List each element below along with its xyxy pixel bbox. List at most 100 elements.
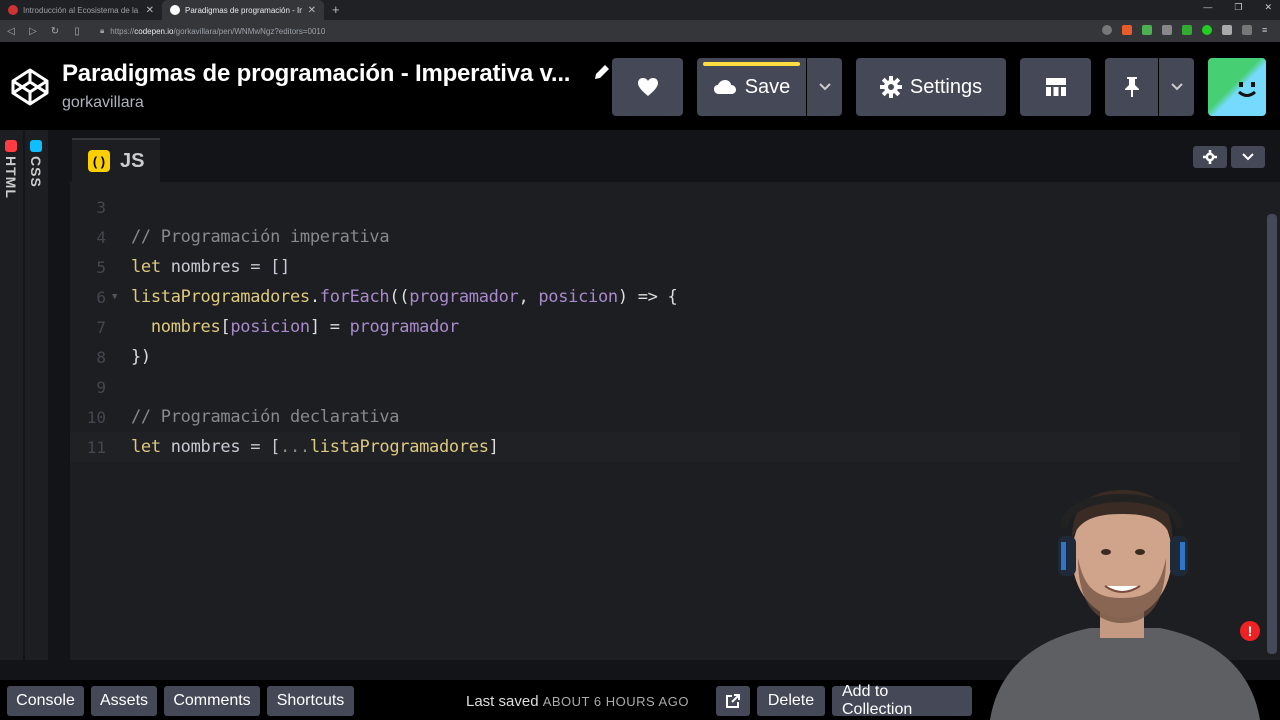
settings-button[interactable]: Settings — [856, 58, 1006, 116]
code-text: listaProgramadores.forEach((programador,… — [131, 287, 678, 307]
url-path: /gorkavillara/pen/WNMwNgz?editors=0010 — [173, 26, 326, 36]
forward-icon[interactable]: ▷ — [22, 26, 44, 37]
code-line[interactable]: 10 // Programación declarativa — [70, 402, 1240, 432]
heart-icon — [637, 78, 658, 96]
restore-icon[interactable]: ❐ — [1234, 2, 1242, 13]
css-editor-tab[interactable]: CSS — [25, 140, 47, 188]
extension-icon[interactable] — [1162, 25, 1172, 35]
code-token: let — [131, 437, 161, 457]
fold-arrow-icon[interactable]: ▼ — [106, 292, 131, 302]
css-icon — [30, 140, 42, 152]
code-token: ... — [280, 437, 310, 457]
pin-dropdown-button[interactable] — [1159, 58, 1194, 116]
chevron-down-icon — [1170, 83, 1183, 91]
heart-button[interactable] — [612, 58, 683, 116]
code-line[interactable]: 6 ▼ listaProgramadores.forEach((programado… — [70, 282, 1240, 312]
code-text: let nombres = [] — [131, 257, 290, 277]
line-number: 3 — [96, 197, 106, 217]
address-bar: ◁ ▷ ↻ ▯ 🔒︎ https://codepen.io/gorkavilla… — [0, 20, 1280, 42]
last-saved-time: ABOUT 6 HOURS AGO — [542, 694, 689, 709]
divider — [23, 130, 25, 660]
cloud-icon — [713, 80, 736, 94]
extension-icon[interactable] — [1202, 25, 1212, 35]
layout-icon — [1045, 78, 1066, 96]
external-link-icon — [726, 694, 740, 708]
code-token: , — [518, 287, 539, 307]
sidebar-icon[interactable] — [1242, 25, 1252, 35]
extension-icon[interactable] — [1182, 25, 1192, 35]
settings-label: Settings — [909, 75, 983, 98]
minimize-icon[interactable]: — — [1203, 2, 1212, 13]
code-line[interactable]: 3 — [70, 192, 1240, 222]
editor-header: ( ) JS — [70, 130, 1280, 182]
code-token: ] — [488, 437, 499, 457]
presenter-webcam-image — [990, 490, 1260, 720]
code-line[interactable]: 4 // Programación imperativa — [70, 222, 1240, 252]
new-tab-icon[interactable]: + — [324, 0, 348, 20]
smiley-face-icon — [1238, 82, 1256, 97]
code-line[interactable]: 7 nombres[posicion] = programador — [70, 312, 1240, 342]
last-saved-status: Last saved ABOUT 6 HOURS AGO — [466, 693, 689, 710]
browser-tab-1[interactable]: Introducción al Ecosistema de la Prog ✕ — [0, 0, 162, 20]
code-line[interactable]: 8}) — [70, 342, 1240, 372]
tab-close-icon[interactable]: ✕ — [146, 5, 154, 16]
open-external-button[interactable] — [716, 686, 750, 716]
code-token: nombres = [] — [160, 257, 291, 277]
html-label: HTML — [3, 156, 19, 199]
pin-button[interactable] — [1105, 58, 1158, 116]
bookmark-icon[interactable]: ▯ — [66, 26, 88, 37]
comments-button[interactable]: Comments — [164, 686, 260, 716]
console-button[interactable]: Console — [7, 686, 84, 716]
zoom-icon[interactable] — [1102, 25, 1112, 35]
save-dropdown-button[interactable] — [807, 58, 842, 116]
shortcuts-button[interactable]: Shortcuts — [267, 686, 354, 716]
editor-collapse-button[interactable] — [1231, 146, 1265, 168]
pencil-icon[interactable] — [592, 62, 612, 82]
save-button[interactable]: Save — [697, 58, 806, 116]
gear-icon — [1203, 150, 1217, 164]
delete-button[interactable]: Delete — [757, 686, 825, 716]
pin-icon — [1124, 77, 1139, 97]
back-icon[interactable]: ◁ — [0, 26, 22, 37]
gear-icon — [879, 76, 902, 98]
add-to-collection-button[interactable]: Add to Collection — [832, 683, 972, 718]
url-prefix: https:// — [110, 26, 135, 36]
brave-shield-icon[interactable] — [1122, 25, 1132, 35]
code-token: // Programación imperativa — [131, 227, 390, 247]
extension-icon[interactable] — [1142, 25, 1152, 35]
tab-close-icon[interactable]: ✕ — [308, 5, 316, 16]
assets-button[interactable]: Assets — [91, 686, 157, 716]
code-text: // Programación imperativa — [131, 227, 390, 247]
browser-tab-bar: Introducción al Ecosistema de la Prog ✕ … — [0, 0, 1280, 20]
reload-icon[interactable]: ↻ — [44, 26, 66, 37]
browser-tab-2[interactable]: Paradigmas de programación - Im ✕ — [162, 0, 324, 20]
codepen-header: Paradigmas de programación - Imperativa … — [0, 42, 1280, 130]
code-line[interactable]: 5 let nombres = [] — [70, 252, 1240, 282]
line-number: 8 — [96, 347, 106, 367]
codepen-logo-icon[interactable] — [10, 67, 50, 107]
editor-settings-button[interactable] — [1193, 146, 1227, 168]
user-avatar[interactable] — [1208, 58, 1266, 116]
url-field[interactable]: 🔒︎ https://codepen.io/gorkavillara/pen/W… — [100, 24, 1115, 38]
js-tab[interactable]: ( ) JS — [72, 138, 160, 182]
layout-button[interactable] — [1020, 58, 1091, 116]
menu-icon[interactable]: ≡ — [1262, 25, 1272, 35]
code-token: . — [309, 287, 320, 307]
pen-title: Paradigmas de programación - Imperativa … — [62, 60, 571, 87]
html-icon — [5, 140, 17, 152]
alert-badge-icon[interactable]: ! — [1240, 621, 1260, 641]
line-number: 11 — [86, 437, 106, 457]
puzzle-icon[interactable] — [1222, 25, 1232, 35]
close-window-icon[interactable]: ✕ — [1264, 2, 1272, 13]
resize-handle[interactable] — [50, 130, 70, 660]
html-editor-tab[interactable]: HTML — [0, 140, 22, 199]
window-controls: — ❐ ✕ — [1203, 2, 1272, 13]
code-token: ) => { — [617, 287, 678, 307]
author-name[interactable]: gorkavillara — [62, 94, 144, 112]
code-line[interactable]: 9 — [70, 372, 1240, 402]
chevron-down-icon — [1242, 153, 1254, 161]
code-token: [ — [220, 317, 231, 337]
code-line[interactable]: 11 let nombres = [...listaProgramadores] — [70, 432, 1240, 462]
last-saved-label: Last saved — [466, 693, 539, 710]
code-token: }) — [131, 347, 151, 367]
